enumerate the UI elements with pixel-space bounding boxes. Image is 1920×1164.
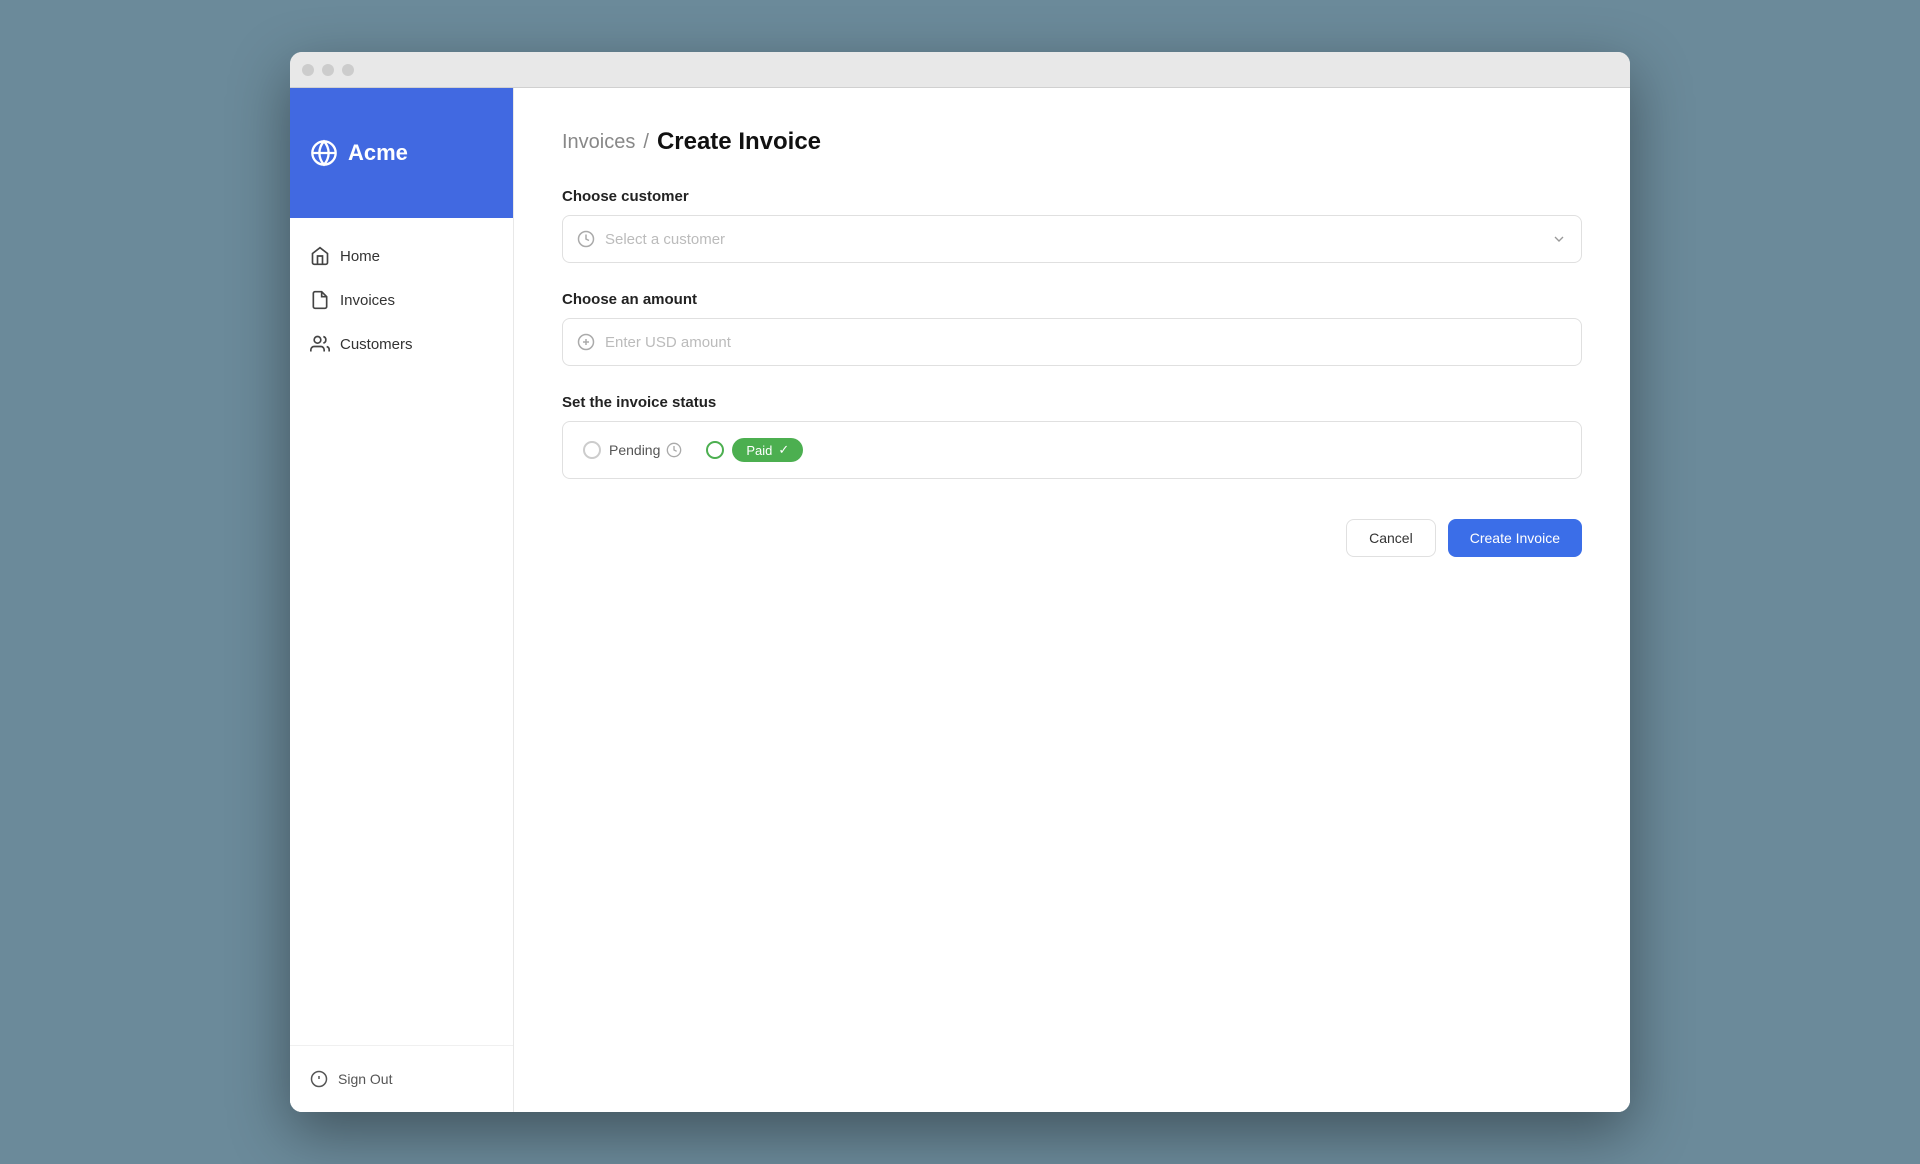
paid-badge: Paid ✓: [732, 438, 803, 462]
company-name: Acme: [348, 140, 408, 166]
radio-pending[interactable]: [583, 441, 601, 459]
titlebar-dot-3: [342, 64, 354, 76]
sidebar-nav: Home Invoices: [290, 218, 513, 1045]
customer-input[interactable]: [605, 231, 1551, 248]
globe-icon: [310, 139, 338, 167]
home-icon: [310, 246, 330, 266]
amount-input[interactable]: [605, 334, 1567, 351]
status-option-pending[interactable]: Pending: [583, 441, 682, 459]
status-option-paid[interactable]: Paid ✓: [706, 438, 803, 462]
app-container: Acme Home Invoices: [290, 88, 1630, 1112]
sidebar-item-home-label: Home: [340, 248, 380, 265]
form-actions: Cancel Create Invoice: [562, 519, 1582, 557]
status-pending-label: Pending: [609, 442, 682, 458]
sidebar-footer: Sign Out: [290, 1045, 513, 1112]
dropdown-arrow-icon: [1551, 231, 1567, 247]
main-content: Invoices / Create Invoice Choose custome…: [514, 88, 1630, 1112]
paid-check-icon: ✓: [778, 442, 789, 458]
create-invoice-button[interactable]: Create Invoice: [1448, 519, 1582, 557]
sidebar-item-invoices-label: Invoices: [340, 292, 395, 309]
sign-out-label: Sign Out: [338, 1071, 392, 1087]
status-paid-label: Paid ✓: [732, 438, 803, 462]
customer-field[interactable]: [562, 215, 1582, 263]
amount-field-icon: [577, 333, 595, 351]
titlebar-dot-1: [302, 64, 314, 76]
radio-paid[interactable]: [706, 441, 724, 459]
customer-label: Choose customer: [562, 188, 1582, 205]
pending-clock-icon: [666, 442, 682, 458]
sidebar-item-customers[interactable]: Customers: [290, 322, 513, 366]
sidebar-logo: Acme: [290, 88, 513, 218]
sign-out-icon: [310, 1070, 328, 1088]
status-field: Pending Paid ✓: [562, 421, 1582, 479]
sidebar-item-home[interactable]: Home: [290, 234, 513, 278]
invoices-icon: [310, 290, 330, 310]
status-label: Set the invoice status: [562, 394, 1582, 411]
amount-label: Choose an amount: [562, 291, 1582, 308]
breadcrumb: Invoices / Create Invoice: [562, 128, 1582, 156]
amount-field[interactable]: [562, 318, 1582, 366]
titlebar-dot-2: [322, 64, 334, 76]
sidebar-item-invoices[interactable]: Invoices: [290, 278, 513, 322]
amount-section: Choose an amount: [562, 291, 1582, 366]
customers-icon: [310, 334, 330, 354]
status-section: Set the invoice status Pending: [562, 394, 1582, 479]
sidebar-item-customers-label: Customers: [340, 336, 413, 353]
breadcrumb-current: Create Invoice: [657, 128, 821, 156]
breadcrumb-parent[interactable]: Invoices: [562, 131, 635, 154]
titlebar: [290, 52, 1630, 88]
sign-out-button[interactable]: Sign Out: [310, 1062, 493, 1096]
customer-field-icon: [577, 230, 595, 248]
breadcrumb-separator: /: [643, 131, 649, 154]
sidebar: Acme Home Invoices: [290, 88, 514, 1112]
customer-section: Choose customer: [562, 188, 1582, 263]
cancel-button[interactable]: Cancel: [1346, 519, 1436, 557]
app-window: Acme Home Invoices: [290, 52, 1630, 1112]
